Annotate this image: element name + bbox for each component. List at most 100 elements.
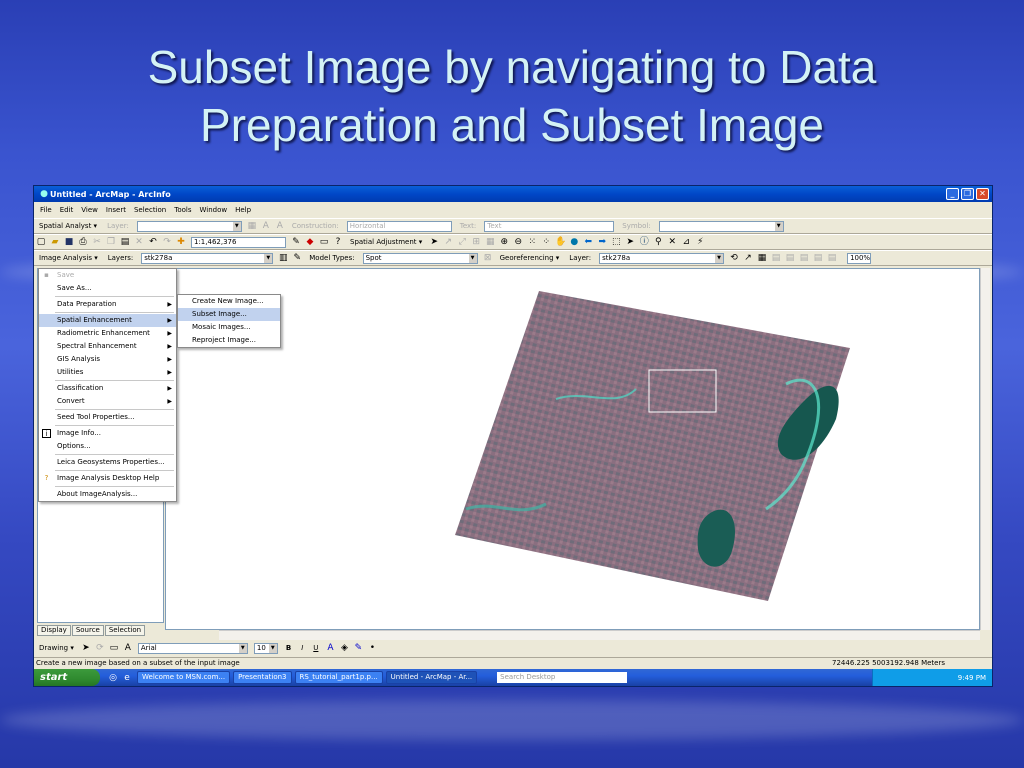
find-icon[interactable]: ⚲ — [653, 237, 663, 247]
paste-icon[interactable]: ▤ — [120, 237, 130, 247]
select-elements-icon[interactable]: ➤ — [81, 643, 91, 653]
symbol-combo[interactable]: ▼ — [658, 220, 784, 232]
menu-edit[interactable]: Edit — [60, 206, 74, 214]
view-link-table-icon[interactable]: ▦ — [757, 253, 767, 263]
back-icon[interactable]: ⬅ — [583, 237, 593, 247]
save-icon[interactable]: ■ — [64, 237, 74, 247]
model-properties-icon[interactable]: ⊠ — [483, 253, 493, 263]
submenu-item-create-new-image[interactable]: Create New Image... — [178, 295, 280, 308]
line-color-icon[interactable]: ✎ — [353, 643, 363, 653]
model-types-combo[interactable]: Spot ▼ — [362, 252, 478, 264]
link-tool-icon[interactable]: ⤢ — [457, 237, 467, 247]
blend-icon[interactable]: ▤ — [799, 253, 809, 263]
rotate-element-icon[interactable]: ⟳ — [95, 643, 105, 653]
desktop-search-input[interactable]: Search Desktop — [497, 672, 628, 683]
grid-tool-icon[interactable]: ⊞ — [471, 237, 481, 247]
model-tool-icon[interactable]: ✎ — [292, 253, 302, 263]
task-arcmap[interactable]: Untitled - ArcMap - Ar... — [385, 671, 478, 684]
underline-button[interactable]: U — [310, 642, 321, 654]
quicklaunch-icon[interactable]: ◎ — [108, 673, 118, 683]
font-size-combo[interactable]: 10 ▼ — [253, 642, 278, 654]
menu-item-utilities[interactable]: Utilities ▶ — [39, 366, 176, 379]
menu-view[interactable]: View — [81, 206, 98, 214]
menu-item-image-info[interactable]: i Image Info... — [39, 427, 176, 440]
zoom-in-icon[interactable]: ⊕ — [499, 237, 509, 247]
undo-icon[interactable]: ↶ — [148, 237, 158, 247]
text-combo[interactable]: Text — [484, 220, 615, 232]
identify-icon[interactable]: ⓘ — [639, 237, 649, 247]
tab-display[interactable]: Display — [37, 625, 71, 636]
submenu-item-subset-image[interactable]: Subset Image... — [178, 308, 280, 321]
open-icon[interactable]: ▰ — [50, 237, 60, 247]
copy-icon[interactable]: ❐ — [106, 237, 116, 247]
tab-selection[interactable]: Selection — [104, 625, 146, 636]
editor-icon[interactable]: ✎ — [291, 237, 301, 247]
submenu-item-mosaic-images[interactable]: Mosaic Images... — [178, 321, 280, 334]
construction-combo[interactable]: Horizontal — [346, 220, 452, 232]
image-analysis-menu[interactable]: Image Analysis ▾ — [36, 252, 101, 264]
histogram-icon[interactable]: ▦ — [247, 221, 257, 231]
menu-item-classification[interactable]: Classification ▶ — [39, 382, 176, 395]
go-to-xy-icon[interactable]: ✕ — [667, 237, 677, 247]
menu-file[interactable]: File — [40, 206, 52, 214]
flicker-icon[interactable]: ▤ — [785, 253, 795, 263]
rectangle-icon[interactable]: ▭ — [109, 643, 119, 653]
rotate-icon[interactable]: ⟲ — [729, 253, 739, 263]
start-button[interactable]: start — [34, 669, 100, 686]
cut-icon[interactable]: ✂ — [92, 237, 102, 247]
menu-selection[interactable]: Selection — [134, 206, 166, 214]
menu-insert[interactable]: Insert — [106, 206, 126, 214]
menu-item-radiometric-enhancement[interactable]: Radiometric Enhancement ▶ — [39, 327, 176, 340]
georeferencing-menu[interactable]: Georeferencing ▾ — [497, 252, 563, 264]
discrete-atlas-icon[interactable]: ▥ — [278, 253, 288, 263]
menu-item-save[interactable]: ▪ Save — [39, 269, 176, 282]
spatial-analyst-menu[interactable]: Spatial Analyst ▾ — [36, 220, 100, 232]
close-button[interactable]: ✕ — [976, 188, 989, 200]
submenu-item-reproject-image[interactable]: Reproject Image... — [178, 334, 280, 347]
redo-icon[interactable]: ↷ — [162, 237, 172, 247]
hyperlink-icon[interactable]: ⚡ — [695, 237, 705, 247]
window-titlebar[interactable]: ● Untitled - ArcMap - ArcInfo _ ❐ ✕ — [34, 186, 992, 202]
pointer-icon[interactable]: ➤ — [625, 237, 635, 247]
command-line-icon[interactable]: ▭ — [319, 237, 329, 247]
menu-item-data-preparation[interactable]: Data Preparation ▶ — [39, 298, 176, 311]
zoom-percent-combo[interactable]: 100% — [847, 252, 872, 264]
task-msn[interactable]: Welcome to MSN.com... — [137, 671, 231, 684]
layers-combo[interactable]: stk278a ▼ — [141, 252, 274, 264]
task-rs-tutorial[interactable]: RS_tutorial_part1p.p... — [294, 671, 383, 684]
menu-window[interactable]: Window — [200, 206, 228, 214]
add-control-points-icon[interactable]: ↗ — [743, 253, 753, 263]
marker-color-icon[interactable]: • — [367, 643, 377, 653]
menu-item-convert[interactable]: Convert ▶ — [39, 395, 176, 408]
ie-icon[interactable]: e — [122, 673, 132, 683]
italic-button[interactable]: I — [298, 642, 306, 654]
label-arrow-icon[interactable]: A — [275, 221, 285, 231]
menu-item-options[interactable]: Options... — [39, 440, 176, 453]
new-icon[interactable]: ▢ — [36, 237, 46, 247]
menu-item-about[interactable]: About ImageAnalysis... — [39, 488, 176, 501]
map-view[interactable] — [165, 268, 980, 630]
brightness-icon[interactable]: ▤ — [827, 253, 837, 263]
menu-item-spatial-enhancement[interactable]: Spatial Enhancement ▶ — [39, 314, 176, 327]
table-tool-icon[interactable]: ▦ — [485, 237, 495, 247]
menu-item-save-as[interactable]: Save As... — [39, 282, 176, 295]
georef-layer-combo[interactable]: stk278a ▼ — [599, 252, 725, 264]
swipe-icon[interactable]: ▤ — [771, 253, 781, 263]
add-data-icon[interactable]: ✚ — [176, 237, 186, 247]
contrast-icon[interactable]: ▤ — [813, 253, 823, 263]
whats-this-icon[interactable]: ? — [333, 237, 343, 247]
horizontal-scrollbar[interactable] — [219, 630, 980, 640]
adjust-tool-icon[interactable]: ↗ — [443, 237, 453, 247]
bold-button[interactable]: B — [283, 642, 294, 654]
fill-color-icon[interactable]: ◈ — [339, 643, 349, 653]
minimize-button[interactable]: _ — [946, 188, 959, 200]
pan-icon[interactable]: ✋ — [555, 237, 566, 247]
full-extent-icon[interactable]: ● — [569, 237, 579, 247]
fixed-zoom-out-icon[interactable]: ⁘ — [541, 237, 551, 247]
select-arrow-icon[interactable]: ➤ — [429, 237, 439, 247]
vertical-scrollbar[interactable] — [980, 268, 990, 630]
spatial-adjustment-menu[interactable]: Spatial Adjustment ▾ — [347, 236, 425, 248]
new-text-icon[interactable]: A — [123, 643, 133, 653]
maximize-button[interactable]: ❐ — [961, 188, 974, 200]
task-presentation3[interactable]: Presentation3 — [233, 671, 292, 684]
